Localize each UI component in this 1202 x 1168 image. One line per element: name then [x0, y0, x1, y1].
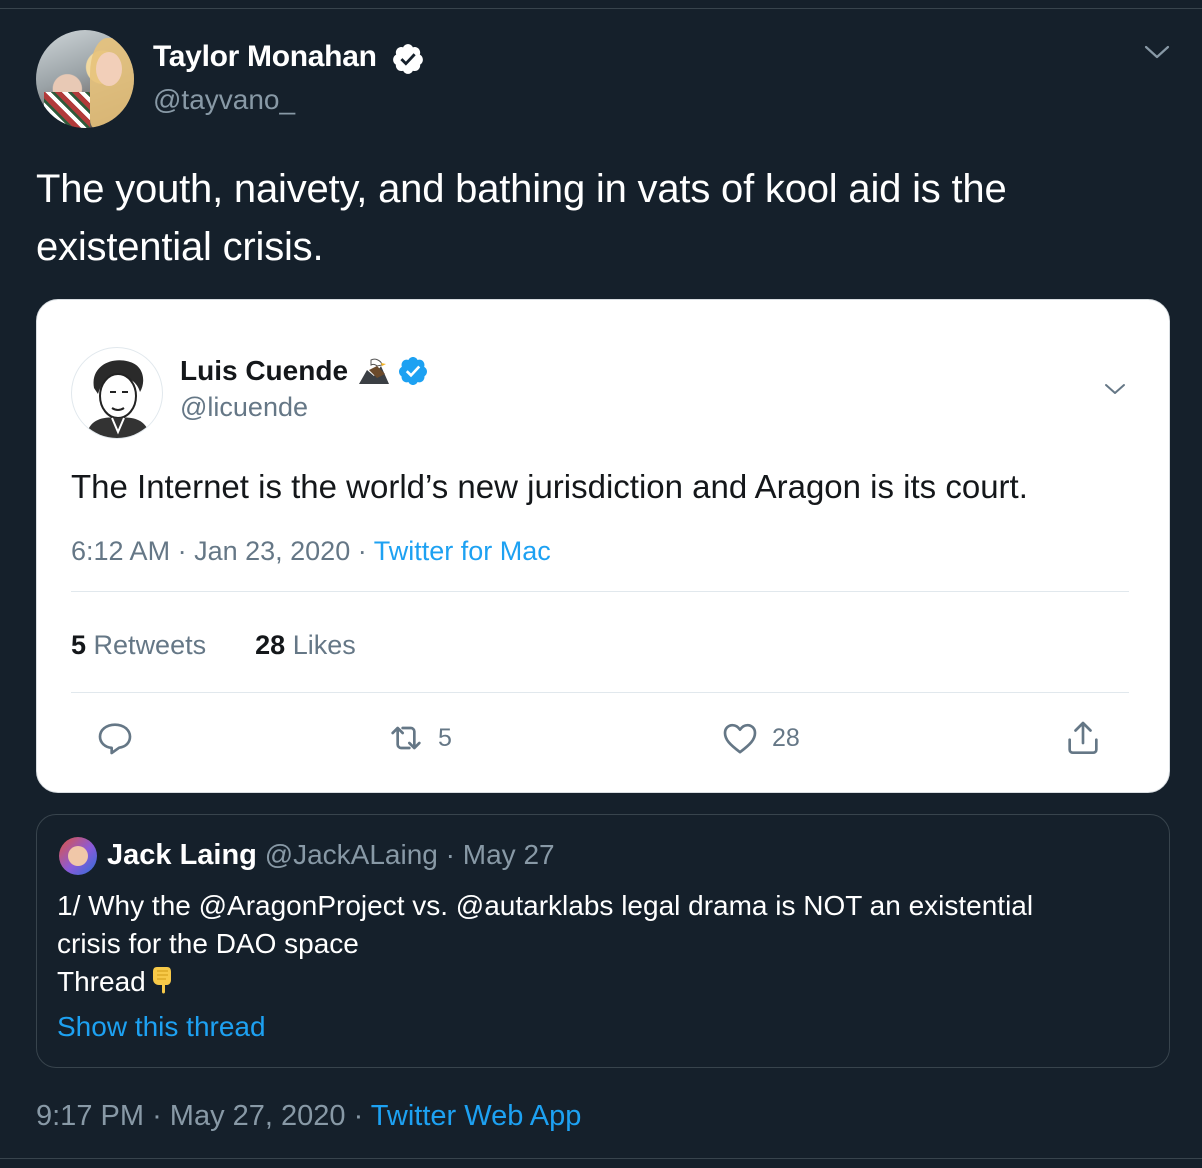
meta-separator: ·	[357, 536, 374, 566]
tweet-footer-meta: 9:17 PM · May 27, 2020 · Twitter Web App	[36, 1100, 581, 1133]
share-button[interactable]	[1063, 718, 1103, 758]
divider	[71, 692, 1129, 693]
quoted-text-line: crisis for the DAO space	[57, 928, 359, 959]
top-divider	[0, 0, 1202, 9]
quoted-date[interactable]: May 27	[463, 839, 555, 870]
retweet-icon	[391, 726, 421, 750]
meta-separator: ·	[437, 839, 463, 870]
quoted-tweet-card[interactable]: Jack Laing @JackALaing · May 27 1/ Why t…	[36, 814, 1170, 1068]
embedded-author-avatar[interactable]	[71, 347, 163, 439]
quoted-tweet-header: Jack Laing @JackALaing · May 27	[107, 839, 555, 872]
embedded-author-name[interactable]: Luis Cuende	[180, 355, 348, 387]
embedded-tweet-text: The Internet is the world’s new jurisdic…	[71, 468, 1028, 505]
eagle-emoji-icon	[359, 358, 389, 384]
retweet-button[interactable]: 5	[386, 718, 452, 758]
meta-separator: ·	[353, 1100, 371, 1132]
author-handle[interactable]: @tayvano_	[153, 84, 295, 116]
meta-separator: ·	[152, 1100, 170, 1132]
chevron-down-icon[interactable]	[1143, 42, 1171, 62]
retweet-count: 5	[438, 723, 452, 752]
quoted-thread-word: Thread	[57, 966, 146, 997]
tweet-date[interactable]: May 27, 2020	[170, 1100, 346, 1132]
likes-count: 28	[255, 630, 286, 660]
likes-stat[interactable]: 28 Likes	[255, 630, 356, 660]
show-thread-link[interactable]: Show this thread	[57, 1011, 266, 1043]
quoted-author-avatar[interactable]	[59, 837, 97, 875]
tweet-time[interactable]: 9:17 PM	[36, 1100, 144, 1132]
tweet-text: The youth, naivety, and bathing in vats …	[36, 167, 1007, 269]
embedded-tweet-card[interactable]: Luis Cuende @licuende The Internet is th…	[36, 299, 1170, 793]
like-count: 28	[772, 723, 800, 752]
embedded-tweet-meta: 6:12 AM · Jan 23, 2020 · Twitter for Mac	[71, 536, 551, 567]
like-button[interactable]: 28	[720, 718, 800, 758]
author-name[interactable]: Taylor Monahan	[153, 40, 377, 74]
pointing-down-emoji-icon	[152, 967, 171, 994]
like-icon	[723, 723, 757, 754]
likes-label: Likes	[292, 630, 356, 660]
author-avatar[interactable]	[36, 30, 134, 128]
embedded-stats: 5 Retweets 28 Likes	[71, 630, 356, 661]
retweets-stat[interactable]: 5 Retweets	[71, 630, 206, 660]
embedded-time: 6:12 AM	[71, 536, 171, 566]
quoted-author-handle[interactable]: @JackALaing	[265, 839, 438, 870]
retweets-count: 5	[71, 630, 87, 660]
reply-icon	[98, 723, 132, 755]
quoted-tweet-text: 1/ Why the @AragonProject vs. @autarklab…	[57, 887, 1147, 1001]
share-icon	[1068, 721, 1098, 754]
avatar-plaid-shape	[44, 92, 90, 128]
sketch-portrait-icon	[86, 360, 150, 438]
chevron-down-icon[interactable]	[1103, 380, 1127, 398]
quoted-text-line: 1/ Why the @AragonProject vs. @autarklab…	[57, 890, 1034, 921]
embedded-source-link[interactable]: Twitter for Mac	[374, 536, 551, 566]
divider	[71, 591, 1129, 592]
quoted-author-name[interactable]: Jack Laing	[107, 839, 257, 871]
embedded-author-handle[interactable]: @licuende	[180, 392, 308, 423]
bottom-divider	[0, 1158, 1202, 1159]
reply-button[interactable]	[95, 718, 135, 758]
retweets-label: Retweets	[93, 630, 207, 660]
meta-separator: ·	[177, 536, 195, 566]
tweet-source-link[interactable]: Twitter Web App	[371, 1100, 582, 1132]
quoted-text-line: Thread	[57, 963, 1147, 1001]
verified-badge-icon	[398, 357, 427, 385]
verified-badge-icon	[393, 44, 423, 74]
embedded-date[interactable]: Jan 23, 2020	[194, 536, 350, 566]
avatar-face-shape	[96, 52, 122, 86]
